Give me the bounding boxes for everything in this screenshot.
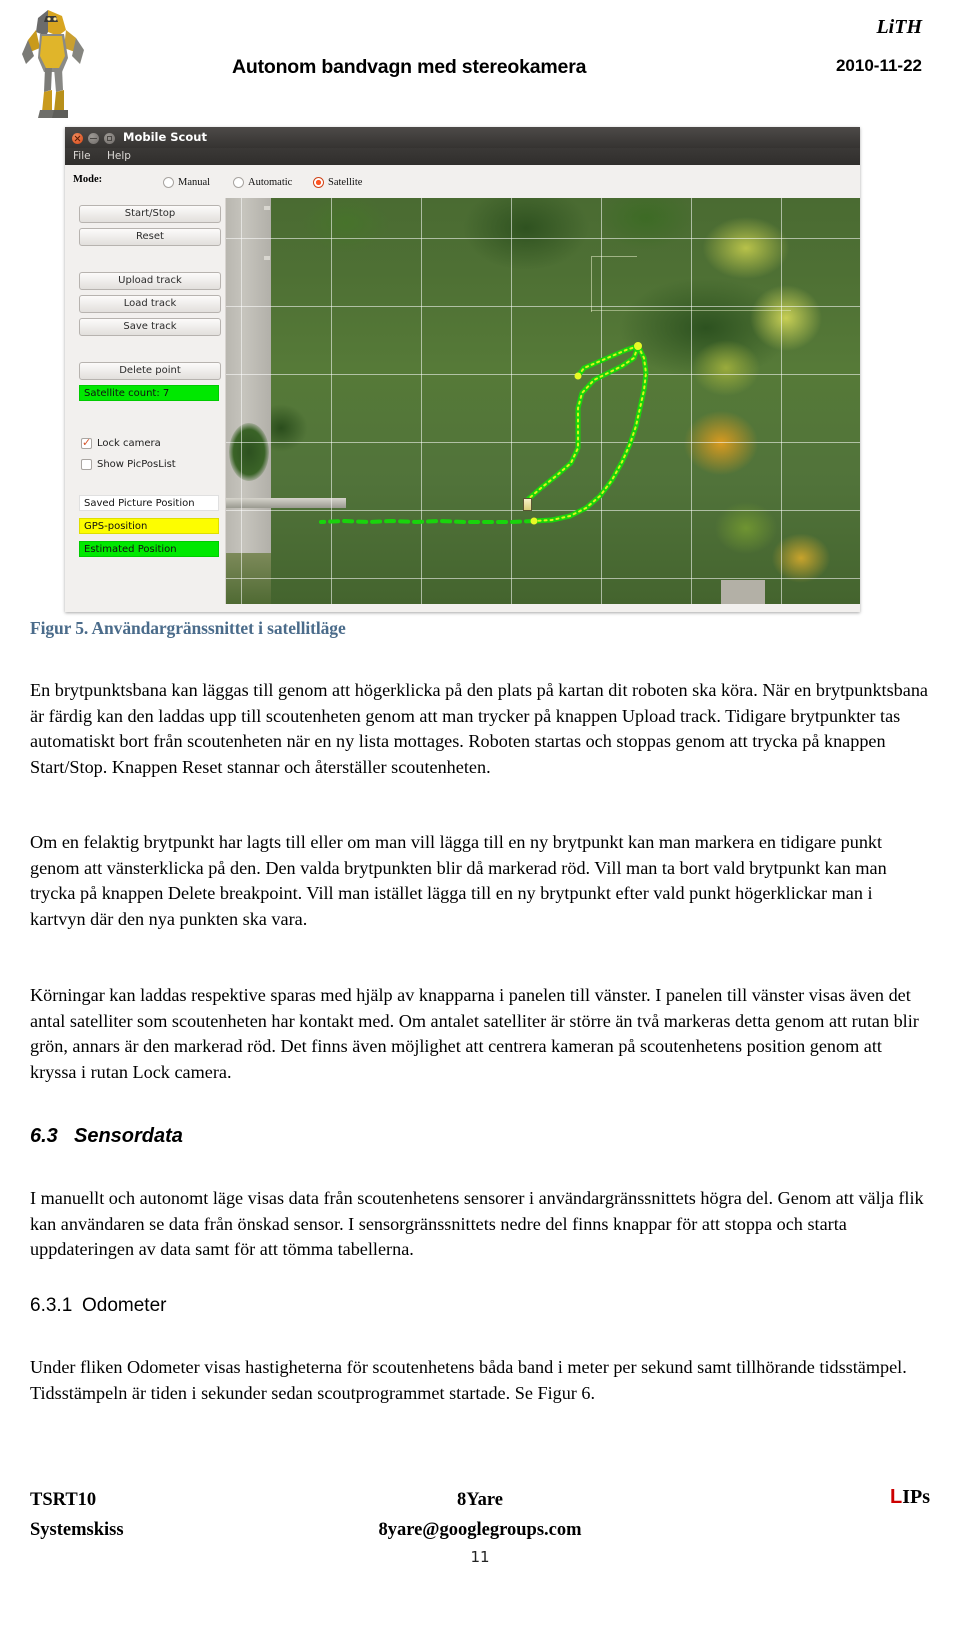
scout-position-marker [523,498,532,511]
legend-saved-picture-position: Saved Picture Position [79,495,219,511]
heading-6-3-1: 6.3.1 Odometer [30,1295,166,1317]
lips-logo-l: L [889,1486,903,1508]
robot-logo-image [22,10,84,118]
figure-5-screenshot: Mobile Scout File Help Mode: Manual Auto… [65,127,860,612]
paragraph-odometer: Under fliken Odometer visas hastighetern… [30,1357,907,1403]
radio-icon-manual [163,177,174,188]
paragraph-waypoints: En brytpunktsbana kan läggas till genom … [30,680,929,777]
paragraph-sensordata: I manuellt och autonomt läge visas data … [30,1188,924,1260]
satellite-count-indicator: Satellite count: 7 [79,385,219,401]
menu-item-file[interactable]: File [73,150,91,162]
checkbox-lock-camera[interactable]: Lock camera [81,433,161,450]
mode-toolbar: Mode: Manual Automatic Satellite [65,165,860,198]
lith-mark: LiTH [876,16,922,38]
lips-logo: LIPs [890,1486,930,1509]
checkbox-icon-checked [81,436,92,450]
legend-gps-position: GPS-position [79,518,219,534]
window-title: Mobile Scout [123,130,207,144]
waypoint-track [319,342,649,525]
save-track-button[interactable]: Save track [79,318,221,336]
satellite-map-view[interactable] [226,198,860,604]
delete-point-button[interactable]: Delete point [79,362,221,380]
radio-mode-manual[interactable]: Manual [163,172,210,191]
radio-label-satellite: Satellite [328,177,363,188]
figure-caption-text: Användargränssnittet i satellitläge [91,618,346,638]
heading-6-3-number: 6.3 [30,1125,58,1147]
heading-6-3-1-number: 6.3.1 [30,1295,73,1316]
reset-button[interactable]: Reset [79,228,221,246]
control-panel: Start/Stop Reset Upload track Load track… [73,198,226,604]
checkbox-label-lock-camera: Lock camera [97,438,161,449]
lips-logo-ips: IPs [902,1486,930,1508]
start-stop-button[interactable]: Start/Stop [79,205,221,223]
footer-group-name: 8Yare [457,1490,503,1510]
upload-track-button[interactable]: Upload track [79,272,221,290]
paragraph-panel-info: Körningar kan laddas respektive sparas m… [30,985,919,1082]
document-footer: TSRT10 Systemskiss 8Yare 8yare@googlegro… [0,1480,960,1633]
heading-6-3-1-text: Odometer [82,1295,167,1316]
maximize-icon[interactable] [104,133,115,144]
minimize-icon[interactable] [88,133,99,144]
menu-item-help[interactable]: Help [107,150,131,162]
document-header: Autonom bandvagn med stereokamera LiTH 2… [0,0,960,118]
figure-number: Figur 5. [30,618,89,638]
radio-mode-automatic[interactable]: Automatic [233,172,292,191]
close-icon[interactable] [72,133,83,144]
radio-icon-satellite [313,177,324,188]
heading-6-3-text: Sensordata [74,1125,183,1147]
figure-caption: Figur 5. Användargränssnittet i satellit… [30,618,346,639]
radio-label-manual: Manual [178,177,211,188]
checkbox-label-show-picposlist: Show PicPosList [97,459,176,470]
radio-icon-automatic [233,177,244,188]
mode-label: Mode: [73,174,103,185]
checkbox-show-picposlist[interactable]: Show PicPosList [81,454,176,470]
menu-bar: File Help [65,148,860,166]
load-track-button[interactable]: Load track [79,295,221,313]
document-date: 2010-11-22 [835,56,922,75]
checkbox-icon-unchecked [81,459,92,470]
radio-mode-satellite[interactable]: Satellite [313,172,362,191]
document-title: Autonom bandvagn med stereokamera [232,56,587,78]
legend-estimated-position: Estimated Position [79,541,219,557]
footer-email: 8yare@googlegroups.com [378,1520,582,1540]
window-titlebar: Mobile Scout [65,127,860,149]
radio-label-automatic: Automatic [248,177,293,188]
footer-page-number: 11 [470,1548,490,1566]
heading-6-3: 6.3 Sensordata [30,1125,183,1148]
paragraph-edit-points: Om en felaktig brytpunkt har lagts till … [30,832,887,929]
